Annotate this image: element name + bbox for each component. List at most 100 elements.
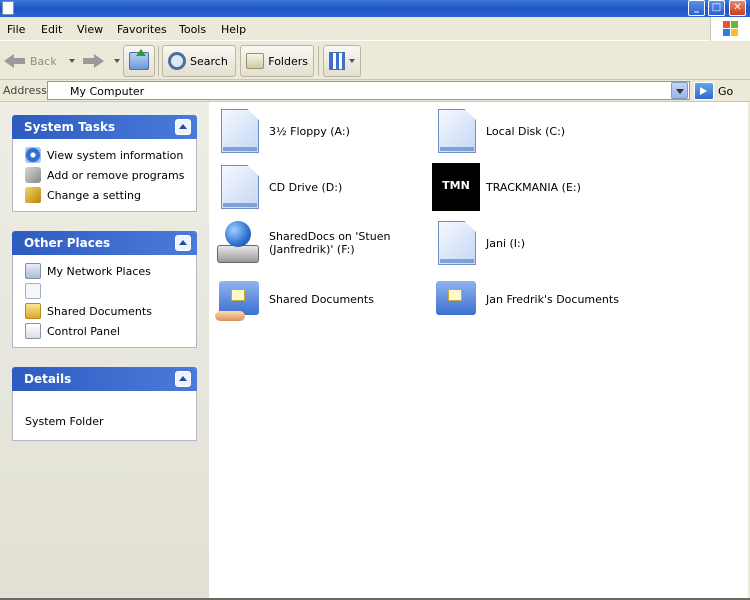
link-label: Add or remove programs <box>47 168 185 182</box>
views-icon <box>329 52 345 70</box>
unnamed-place-link[interactable] <box>13 281 196 301</box>
add-remove-programs-link[interactable]: Add or remove programs <box>13 165 196 185</box>
up-folder-icon <box>129 49 149 70</box>
system-tasks-header[interactable]: System Tasks <box>12 115 197 139</box>
local-disk-icon <box>432 107 480 155</box>
search-button[interactable]: Search <box>162 45 236 77</box>
collapse-chevron-icon[interactable] <box>175 119 191 135</box>
menu-view[interactable]: View <box>77 23 103 36</box>
shared-documents-icon <box>25 303 41 319</box>
toolbar-separator <box>318 46 319 76</box>
panel-title: Details <box>24 372 72 386</box>
removable-drive-icon <box>432 219 480 267</box>
back-dropdown-icon[interactable] <box>68 59 75 63</box>
change-setting-icon <box>25 187 41 203</box>
item-label: TRACKMANIA (E:) <box>486 180 581 194</box>
folders-label: Folders <box>268 54 308 68</box>
item-label: 3½ Floppy (A:) <box>269 124 350 138</box>
task-pane: System Tasks View system information Add… <box>0 102 209 598</box>
link-label: My Network Places <box>47 264 151 278</box>
link-label: Change a setting <box>47 188 141 202</box>
search-label: Search <box>190 54 228 68</box>
go-label: Go <box>718 84 734 98</box>
other-places-panel: Other Places My Network Places Shared Do… <box>12 231 197 348</box>
floppy-drive-icon <box>215 107 263 155</box>
my-network-places-link[interactable]: My Network Places <box>13 261 196 281</box>
documents-folder-icon <box>432 275 480 323</box>
control-panel-link[interactable]: Control Panel <box>13 321 196 341</box>
address-dropdown-icon[interactable] <box>671 82 688 99</box>
address-bar: Address My Computer Go <box>0 80 750 102</box>
link-label: View system information <box>47 148 184 162</box>
details-body: System Folder <box>12 391 197 441</box>
details-text: System Folder <box>25 415 104 428</box>
windows-logo <box>710 17 750 41</box>
drive-item-floppy[interactable]: 3½ Floppy (A:) <box>215 106 425 156</box>
forward-arrow-icon <box>82 50 104 72</box>
maximize-button[interactable]: □ <box>708 0 725 16</box>
toolbar-separator <box>158 46 159 76</box>
network-drive-icon <box>215 219 263 267</box>
back-button[interactable]: Back <box>4 45 75 77</box>
other-places-header[interactable]: Other Places <box>12 231 197 255</box>
menu-tools[interactable]: Tools <box>179 23 206 36</box>
menu-file[interactable]: File <box>7 23 25 36</box>
cd-drive-icon <box>215 163 263 211</box>
forward-dropdown-icon[interactable] <box>114 59 120 63</box>
network-places-icon <box>25 263 41 279</box>
go-arrow-icon <box>694 82 714 100</box>
search-icon <box>168 52 186 70</box>
view-system-info-link[interactable]: View system information <box>13 145 196 165</box>
collapse-chevron-icon[interactable] <box>175 235 191 251</box>
blank-document-icon <box>25 283 41 299</box>
views-dropdown-icon <box>349 59 355 63</box>
panel-title: Other Places <box>24 236 111 250</box>
details-panel: Details System Folder <box>12 367 197 441</box>
collapse-chevron-icon[interactable] <box>175 371 191 387</box>
drive-item-local-disk[interactable]: Local Disk (C:) <box>432 106 642 156</box>
system-tasks-panel: System Tasks View system information Add… <box>12 115 197 212</box>
drive-item-jani[interactable]: Jani (I:) <box>432 218 642 268</box>
address-input[interactable]: My Computer <box>47 81 690 100</box>
link-label: Shared Documents <box>47 304 152 318</box>
folders-button[interactable]: Folders <box>240 45 314 77</box>
go-button[interactable]: Go <box>694 81 748 101</box>
trackmania-drive-icon: TMN <box>432 163 480 211</box>
details-header[interactable]: Details <box>12 367 197 391</box>
item-label: Local Disk (C:) <box>486 124 566 138</box>
link-label: Control Panel <box>47 324 120 338</box>
item-label: Jani (I:) <box>486 236 526 250</box>
forward-button[interactable] <box>82 45 120 77</box>
item-label: SharedDocs on 'Stuen (Janfredrik)' (F:) <box>269 230 391 256</box>
change-setting-link[interactable]: Change a setting <box>13 185 196 205</box>
panel-title: System Tasks <box>24 120 116 134</box>
item-label: Shared Documents <box>269 292 374 306</box>
folders-icon <box>246 53 265 69</box>
close-button[interactable]: ✕ <box>729 0 746 16</box>
minimize-button[interactable]: _ <box>688 0 705 16</box>
back-label: Back <box>30 54 57 68</box>
up-folder-button[interactable] <box>123 45 155 77</box>
folder-item-shared-documents[interactable]: Shared Documents <box>215 274 425 324</box>
drive-item-trackmania[interactable]: TMN TRACKMANIA (E:) <box>432 162 642 212</box>
menu-favorites[interactable]: Favorites <box>117 23 167 36</box>
address-label: Address <box>3 84 47 97</box>
menu-edit[interactable]: Edit <box>41 23 62 36</box>
back-arrow-icon <box>4 50 26 72</box>
add-remove-programs-icon <box>25 167 41 183</box>
menu-bar: File Edit View Favorites Tools Help <box>0 17 750 41</box>
drive-item-network-share[interactable]: SharedDocs on 'Stuen (Janfredrik)' (F:) <box>215 218 425 268</box>
views-button[interactable] <box>323 45 361 77</box>
content-area: 3½ Floppy (A:) Local Disk (C:) CD Drive … <box>209 102 748 598</box>
shared-folder-icon <box>215 275 263 323</box>
folder-item-jan-fredrik-documents[interactable]: Jan Fredrik's Documents <box>432 274 642 324</box>
drive-item-cd[interactable]: CD Drive (D:) <box>215 162 425 212</box>
system-info-icon <box>25 147 41 163</box>
title-bar: _ □ ✕ <box>0 0 750 17</box>
window-icon <box>2 1 14 15</box>
shared-documents-link[interactable]: Shared Documents <box>13 301 196 321</box>
control-panel-icon <box>25 323 41 339</box>
trackmania-logo: TMN <box>442 179 470 192</box>
other-places-body: My Network Places Shared Documents Contr… <box>12 255 197 348</box>
menu-help[interactable]: Help <box>221 23 246 36</box>
